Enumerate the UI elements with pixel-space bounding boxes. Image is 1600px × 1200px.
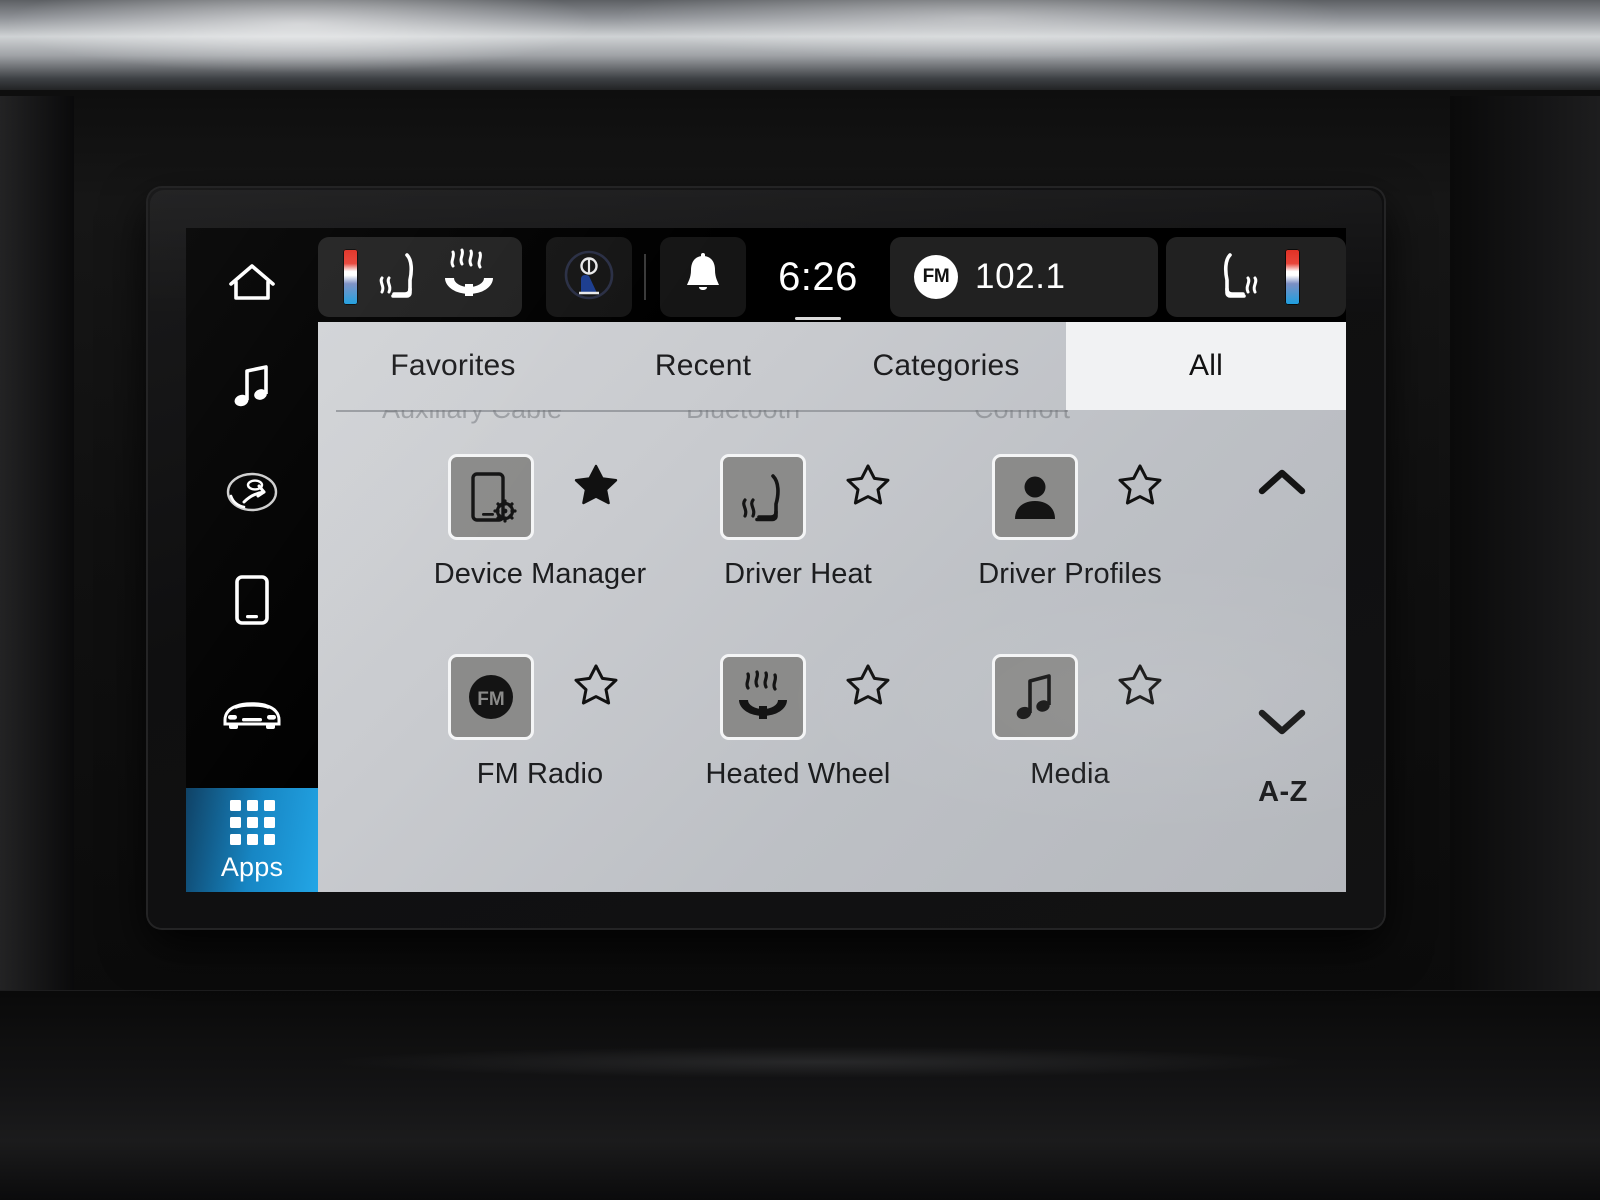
tab-all[interactable]: All bbox=[1066, 322, 1346, 410]
sort-az-button[interactable]: A-Z bbox=[1228, 776, 1338, 809]
sidebar: Apps bbox=[186, 228, 318, 892]
app-grid: Auxiliary Cable Bluetooth Comfort bbox=[318, 410, 1346, 892]
dash-ledge-highlight bbox=[120, 1042, 1460, 1082]
now-playing-radio[interactable]: FM 102.1 bbox=[890, 237, 1158, 317]
favorite-star-outline[interactable] bbox=[846, 662, 890, 706]
passenger-temperature-gradient bbox=[1284, 249, 1300, 305]
app-item-media[interactable]: Media bbox=[958, 654, 1258, 850]
scroll-down-button[interactable] bbox=[1254, 702, 1310, 742]
driver-climate-control[interactable] bbox=[318, 237, 522, 317]
notifications-button[interactable] bbox=[660, 237, 746, 317]
favorite-star-outline[interactable] bbox=[574, 662, 618, 706]
fm-band-badge: FM bbox=[914, 255, 958, 299]
sidebar-item-phone[interactable] bbox=[186, 552, 318, 648]
tab-recent[interactable]: Recent bbox=[588, 322, 818, 410]
fm-radio-icon: FM bbox=[448, 654, 534, 740]
bell-icon bbox=[682, 252, 724, 303]
heated-seat-icon bbox=[374, 249, 424, 306]
apps-tab-bar: Favorites Recent Categories All bbox=[318, 322, 1346, 410]
heated-wheel-icon bbox=[720, 654, 806, 740]
app-label: FM Radio bbox=[476, 758, 604, 790]
home-icon bbox=[227, 260, 277, 304]
sidebar-item-audio[interactable] bbox=[186, 338, 318, 434]
passenger-climate-control[interactable] bbox=[1166, 237, 1346, 317]
person-icon bbox=[992, 454, 1078, 540]
chevron-down-icon bbox=[1258, 709, 1306, 735]
app-item-heated-wheel[interactable]: Heated Wheel bbox=[686, 654, 986, 850]
seatbelt-reminder-icon bbox=[563, 249, 615, 306]
sidebar-item-home[interactable] bbox=[186, 234, 318, 330]
clipped-label-row: Auxiliary Cable Bluetooth Comfort bbox=[318, 410, 1346, 448]
status-divider bbox=[644, 254, 646, 300]
seatbelt-reminder-indicator[interactable] bbox=[546, 237, 632, 317]
app-label: Driver Profiles bbox=[978, 558, 1162, 590]
tab-favorites[interactable]: Favorites bbox=[328, 322, 578, 410]
device-manager-icon bbox=[448, 454, 534, 540]
heated-seat-icon bbox=[720, 454, 806, 540]
app-item-fm-radio[interactable]: FM FM Radio bbox=[414, 654, 714, 850]
infotainment-screen: Apps 6:26 FM 102.1 Favorites Recent Cate… bbox=[186, 228, 1346, 892]
scroll-up-button[interactable] bbox=[1254, 462, 1310, 502]
clipped-label-bluetooth: Bluetooth bbox=[686, 410, 800, 425]
music-note-icon bbox=[992, 654, 1078, 740]
sidebar-item-vehicle[interactable] bbox=[186, 666, 318, 762]
sidebar-item-climate[interactable] bbox=[186, 444, 318, 540]
phone-icon bbox=[234, 574, 270, 626]
apps-panel: Favorites Recent Categories All Auxiliar… bbox=[318, 322, 1346, 892]
svg-text:FM: FM bbox=[477, 689, 504, 710]
clock: 6:26 bbox=[778, 254, 858, 299]
heated-seat-icon bbox=[1213, 249, 1263, 306]
sidebar-item-apps-label: Apps bbox=[220, 851, 284, 882]
app-label: Driver Heat bbox=[724, 558, 872, 590]
status-bar: 6:26 FM 102.1 bbox=[318, 228, 1346, 327]
favorite-star-outline[interactable] bbox=[1118, 462, 1162, 506]
chevron-up-icon bbox=[1258, 469, 1306, 495]
heated-steering-wheel-icon bbox=[440, 248, 498, 307]
clipped-label-auxiliary-cable: Auxiliary Cable bbox=[382, 410, 562, 425]
favorite-star-outline[interactable] bbox=[1118, 662, 1162, 706]
radio-frequency: 102.1 bbox=[975, 257, 1066, 296]
clipped-label-comfort: Comfort bbox=[974, 410, 1070, 425]
app-label: Heated Wheel bbox=[705, 758, 891, 790]
app-item-driver-heat[interactable]: Driver Heat bbox=[686, 454, 986, 650]
sidebar-item-apps[interactable]: Apps bbox=[186, 788, 318, 892]
music-note-icon bbox=[230, 362, 274, 410]
app-grid-icon bbox=[229, 799, 275, 845]
windshield-reflection bbox=[0, 0, 1600, 96]
app-item-driver-profiles[interactable]: Driver Profiles bbox=[958, 454, 1258, 650]
app-label: Media bbox=[1030, 758, 1110, 790]
dash-lower-ledge bbox=[0, 990, 1600, 1200]
app-label: Device Manager bbox=[433, 558, 647, 590]
dashboard: Apps 6:26 FM 102.1 Favorites Recent Cate… bbox=[0, 0, 1600, 1200]
seat-airflow-icon bbox=[224, 466, 280, 518]
tab-categories[interactable]: Categories bbox=[826, 322, 1066, 410]
driver-temperature-gradient bbox=[342, 249, 358, 305]
favorite-star-filled[interactable] bbox=[574, 462, 618, 506]
app-item-device-manager[interactable]: Device Manager bbox=[414, 454, 714, 650]
favorite-star-outline[interactable] bbox=[846, 462, 890, 506]
car-icon bbox=[219, 694, 285, 734]
